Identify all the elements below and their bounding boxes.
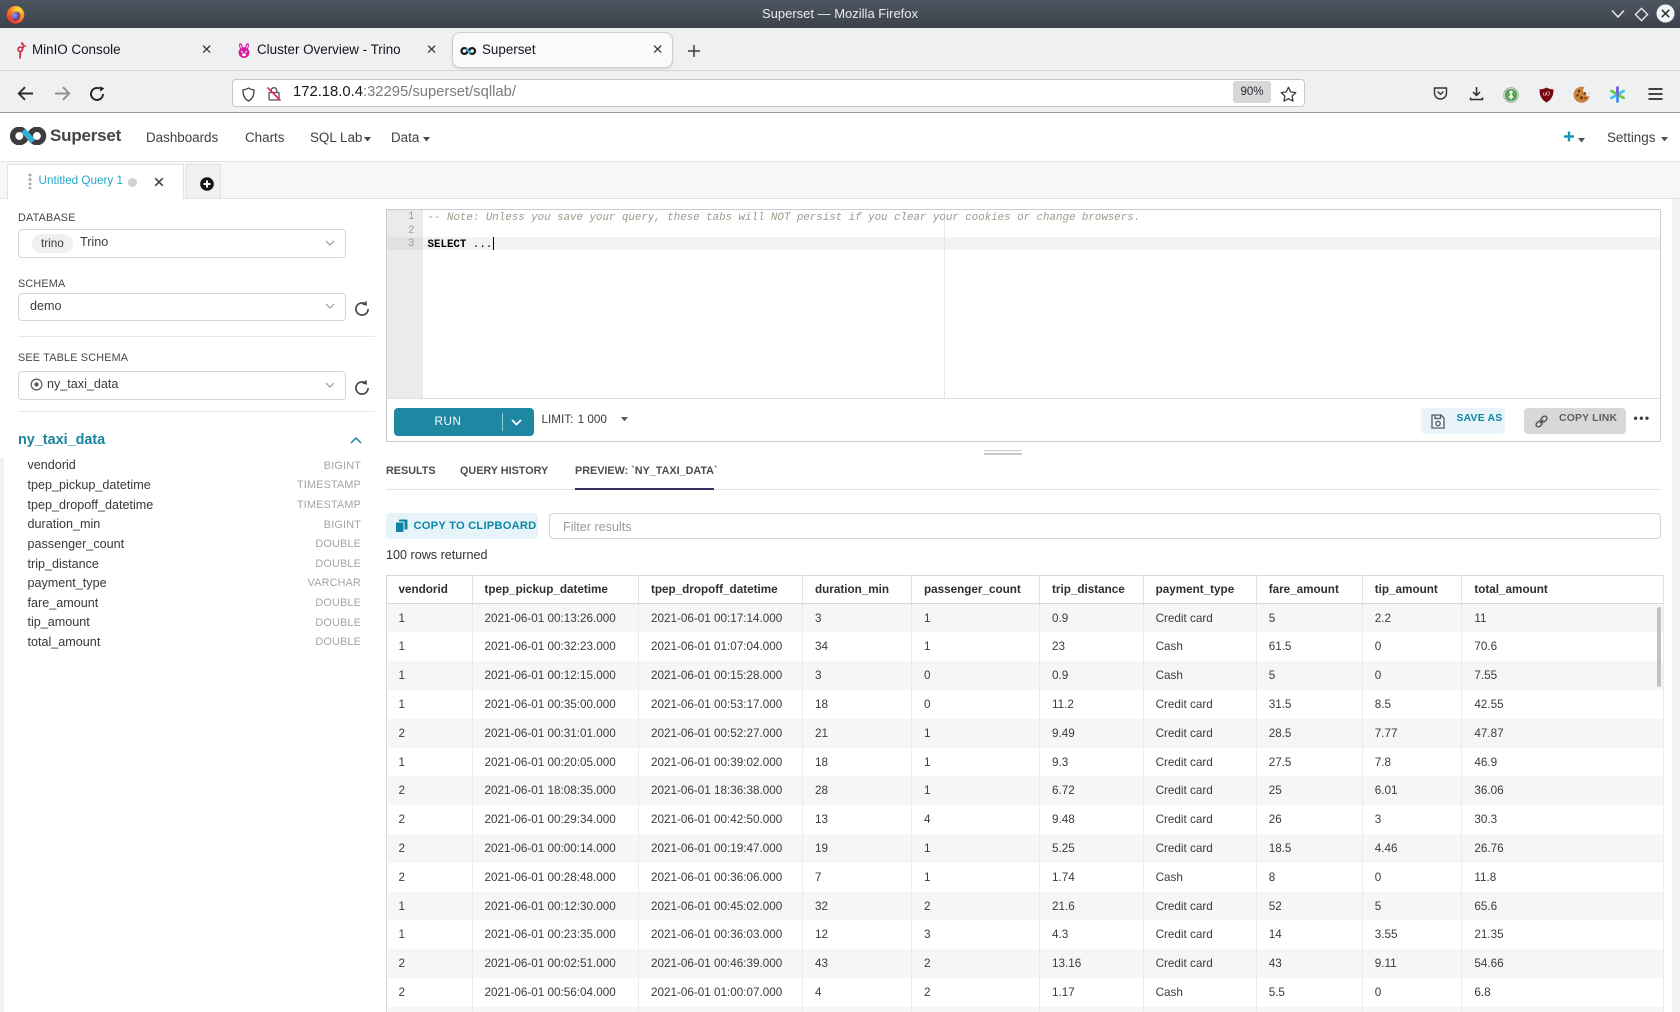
svg-text:uO: uO [1543,91,1551,97]
